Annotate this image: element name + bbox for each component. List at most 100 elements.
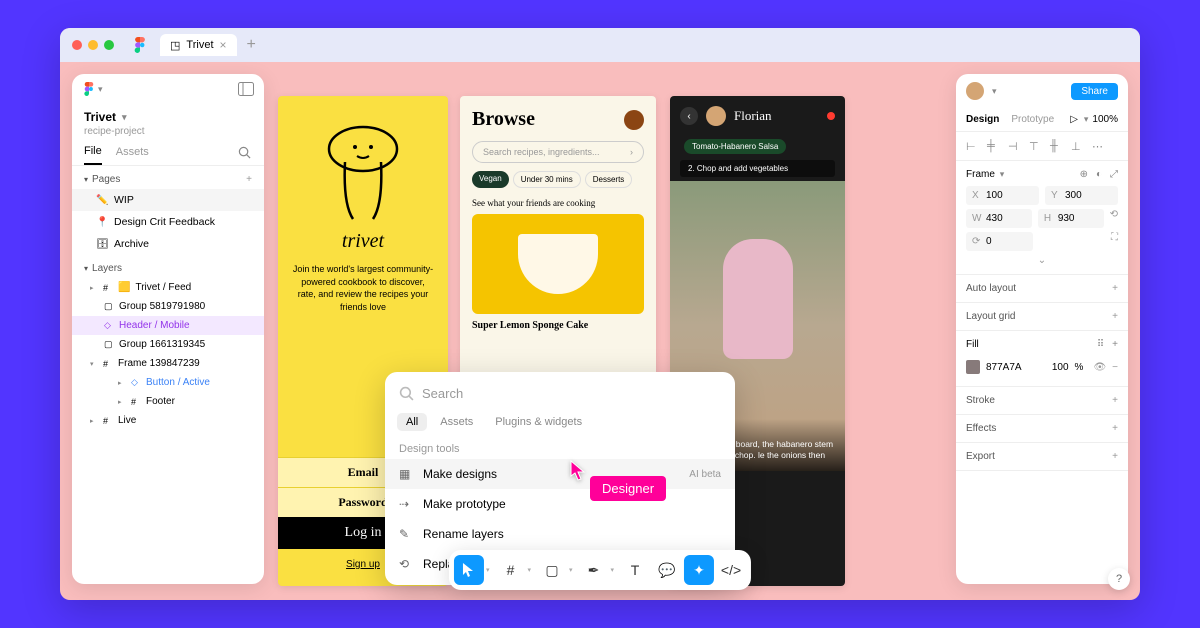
align-left-icon[interactable]: ⊢ (966, 140, 978, 152)
layer-item[interactable]: ◇Header / Mobile (72, 316, 264, 335)
ai-beta-badge: AI beta (689, 469, 721, 480)
tab-prototype[interactable]: Prototype (1011, 114, 1054, 125)
popup-search-input[interactable]: Search (385, 378, 735, 409)
popup-tab-plugins[interactable]: Plugins & widgets (486, 413, 591, 431)
toggle-sidebar-icon[interactable] (238, 82, 254, 96)
file-title[interactable]: Trivet ▾ (72, 104, 264, 126)
pen-tool-icon[interactable]: ✒ (579, 555, 609, 585)
figma-logo-icon[interactable] (132, 37, 148, 53)
remove-icon[interactable]: − (1112, 362, 1118, 373)
page-item[interactable]: 📍Design Crit Feedback (72, 211, 264, 233)
user-avatar[interactable] (966, 82, 984, 100)
layers-section-toggle[interactable]: ▾Layers (84, 263, 122, 274)
layout-grid-row[interactable]: Layout grid+ (956, 303, 1128, 331)
align-top-icon[interactable]: ⊤ (1029, 140, 1041, 152)
resize-icon[interactable]: ⊕ (1080, 169, 1088, 180)
move-tool-icon[interactable] (454, 555, 484, 585)
layer-item[interactable]: ▸◇Button / Active (72, 373, 264, 392)
close-tab-icon[interactable]: × (220, 38, 227, 52)
layer-item[interactable]: ▸#Footer (72, 392, 264, 411)
expand-icon[interactable]: ⌄ (966, 255, 1118, 266)
action-make-designs[interactable]: ▦ Make designs AI beta (385, 459, 735, 489)
align-right-icon[interactable]: ⊣ (1008, 140, 1020, 152)
dev-mode-icon[interactable]: </> (716, 555, 746, 585)
recipe-title: Super Lemon Sponge Cake (472, 320, 644, 331)
y-input[interactable]: Y300 (1045, 186, 1118, 205)
frame-tool-icon[interactable]: # (495, 555, 525, 585)
canvas-frame-browse[interactable]: Browse Search recipes, ingredients... › … (460, 96, 656, 416)
visibility-icon[interactable]: 👁 (1093, 362, 1106, 373)
tab-file[interactable]: File (84, 145, 102, 165)
color-hex[interactable]: 877A7A (986, 362, 1022, 373)
layer-item[interactable]: ▢Group 5819791980 (72, 297, 264, 316)
more-align-icon[interactable]: ⋯ (1092, 140, 1104, 152)
zoom-level[interactable]: 100% (1092, 114, 1118, 125)
figma-menu-button[interactable]: ▾ (82, 82, 103, 96)
color-swatch[interactable] (966, 360, 980, 374)
add-page-icon[interactable]: + (246, 174, 252, 185)
plus-icon[interactable]: + (1112, 451, 1118, 462)
stroke-row[interactable]: Stroke+ (956, 387, 1128, 415)
tab-assets[interactable]: Assets (116, 146, 149, 164)
page-item[interactable]: 🗄Archive (72, 233, 264, 255)
file-tab[interactable]: ◳ Trivet × (160, 34, 237, 56)
action-rename-layers[interactable]: ✎ Rename layers (385, 519, 735, 549)
maximize-window-icon[interactable] (104, 40, 114, 50)
text-tool-icon[interactable]: T (620, 555, 650, 585)
bottom-toolbar: ▾ #▾ ▢▾ ✒▾ T 💬 ✦ </> (449, 550, 751, 590)
opacity-value[interactable]: 100 (1052, 362, 1069, 373)
frame-icon: # (103, 416, 113, 426)
link-dimensions-icon[interactable]: ⟲ (1110, 209, 1118, 228)
chevron-down-icon[interactable]: ▾ (992, 86, 997, 97)
left-panel: ▾ Trivet ▾ recipe-project File Assets ▾P… (72, 74, 264, 584)
layer-item[interactable]: ▸#🟨Trivet / Feed (72, 278, 264, 297)
plus-icon[interactable]: + (1112, 423, 1118, 434)
layer-item[interactable]: ▢Group 1661319345 (72, 335, 264, 354)
tagline-text: Join the world's largest community-power… (278, 253, 448, 323)
search-icon[interactable] (238, 146, 252, 165)
avatar (706, 106, 726, 126)
minimize-window-icon[interactable] (88, 40, 98, 50)
clip-content-icon[interactable]: ⛶ (1111, 232, 1118, 251)
popup-section-label: Design tools (385, 435, 735, 459)
layer-item[interactable]: ▾#Frame 139847239 (72, 354, 264, 373)
shape-tool-icon[interactable]: ▢ (537, 555, 567, 585)
plus-icon[interactable]: + (1112, 311, 1118, 322)
titlebar: ◳ Trivet × + (60, 28, 1140, 62)
right-panel: ▾ Share Design Prototype ▷▾ 100% ⊢ ╪ ⊣ ⊤… (956, 74, 1128, 584)
fit-icon[interactable]: ⤢ (1110, 169, 1118, 180)
align-bottom-icon[interactable]: ⊥ (1071, 140, 1083, 152)
popup-tab-all[interactable]: All (397, 413, 427, 431)
page-item[interactable]: ✏️WIP (72, 189, 264, 211)
actions-tool-icon[interactable]: ✦ (684, 555, 714, 585)
layer-item[interactable]: ▸#Live (72, 411, 264, 430)
orientation-icon[interactable]: ◐ (1096, 169, 1102, 180)
align-h-center-icon[interactable]: ╪ (987, 140, 999, 152)
align-v-center-icon[interactable]: ╫ (1050, 140, 1062, 152)
action-make-prototype[interactable]: ⇢ Make prototype (385, 489, 735, 519)
popup-tab-assets[interactable]: Assets (431, 413, 482, 431)
pages-section-toggle[interactable]: ▾Pages (84, 174, 120, 185)
plus-icon[interactable]: + (1112, 283, 1118, 294)
project-name[interactable]: recipe-project (72, 126, 264, 145)
brand-logo: trivet (342, 230, 384, 253)
rotation-input[interactable]: ⟳0 (966, 232, 1033, 251)
close-window-icon[interactable] (72, 40, 82, 50)
comment-tool-icon[interactable]: 💬 (652, 555, 682, 585)
w-input[interactable]: W430 (966, 209, 1032, 228)
export-row[interactable]: Export+ (956, 443, 1128, 471)
traffic-lights (72, 40, 114, 50)
add-tab-icon[interactable]: + (247, 36, 256, 54)
share-button[interactable]: Share (1071, 83, 1118, 100)
play-icon[interactable]: ▷ (1070, 114, 1078, 125)
plus-icon[interactable]: + (1112, 339, 1118, 350)
plus-icon[interactable]: + (1112, 395, 1118, 406)
auto-layout-row[interactable]: Auto layout+ (956, 275, 1128, 303)
effects-row[interactable]: Effects+ (956, 415, 1128, 443)
x-input[interactable]: X100 (966, 186, 1039, 205)
tab-design[interactable]: Design (966, 114, 999, 125)
help-button[interactable]: ? (1108, 568, 1130, 590)
frame-type-dropdown[interactable]: Frame ▾ (966, 169, 1004, 180)
style-icon[interactable]: ⠿ (1097, 339, 1104, 350)
h-input[interactable]: H930 (1038, 209, 1104, 228)
